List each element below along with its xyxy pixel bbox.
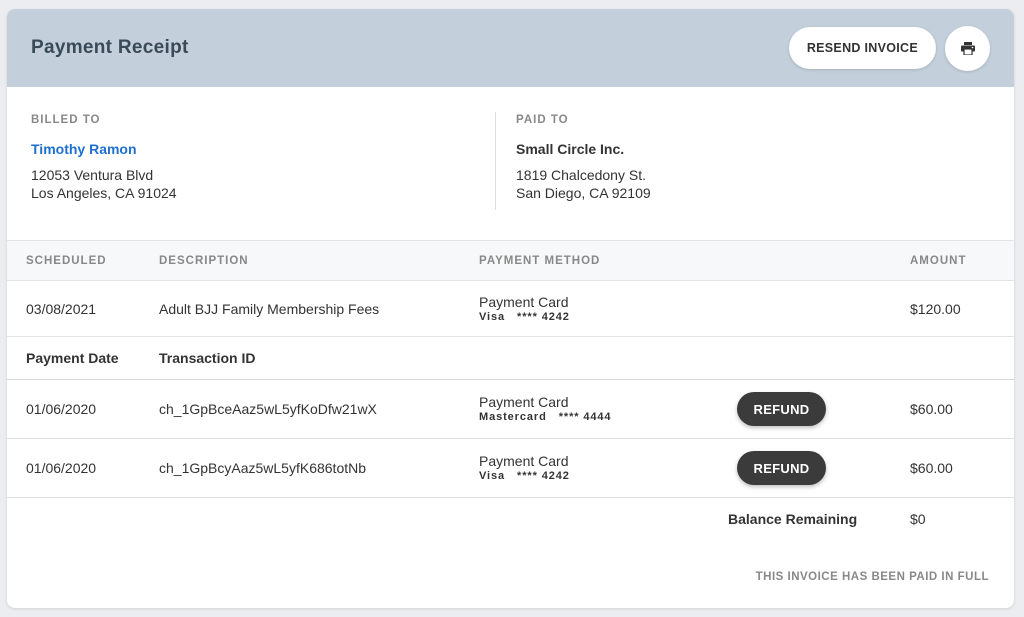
col-header-description: DESCRIPTION [159,254,249,267]
paid-to-name: Small Circle Inc. [516,141,625,157]
col-header-actions [709,241,910,281]
billed-to-name-link[interactable]: Timothy Ramon [31,141,495,157]
billed-to-section: BILLED TO Timothy Ramon 12053 Ventura Bl… [7,112,495,210]
payment-receipt-card: Payment Receipt RESEND INVOICE BILLED TO… [7,9,1014,608]
billed-to-address-line2: Los Angeles, CA 91024 [31,185,177,201]
col-header-amount: AMOUNT [910,254,967,267]
payment-table: SCHEDULED DESCRIPTION PAYMENT METHOD AMO… [7,240,1014,540]
balance-remaining-value: $0 [910,510,926,527]
print-button[interactable] [945,25,990,71]
billed-to-address: 12053 Ventura Blvd Los Angeles, CA 91024 [31,166,495,202]
col-header-scheduled: SCHEDULED [26,254,107,267]
refund-button[interactable]: REFUND [737,451,826,485]
table-row: 01/06/2020 ch_1GpBceAaz5wL5yfKoDfw21wX P… [7,380,1014,439]
payment-method: Payment Card Mastercard **** 4444 [479,380,709,439]
card-mask: **** 4242 [517,310,570,323]
col-header-payment-method: PAYMENT METHOD [479,254,601,267]
payment-amount: $60.00 [910,460,953,476]
billed-to-label: BILLED TO [31,114,101,126]
parties-section: BILLED TO Timothy Ramon 12053 Ventura Bl… [7,87,1014,240]
card-mask: **** 4242 [517,470,570,482]
card-brand: Visa [479,310,506,323]
transaction-id: ch_1GpBceAaz5wL5yfKoDfw21wX [159,401,377,417]
paid-to-label: PAID TO [516,114,569,126]
subheader-payment-date: Payment Date [26,350,119,366]
paid-to-address-line2: San Diego, CA 92109 [516,185,651,201]
paid-in-full-note: THIS INVOICE HAS BEEN PAID IN FULL [755,571,989,583]
payment-method-detail: Mastercard **** 4444 [479,410,709,424]
payment-date: 01/06/2020 [26,401,97,417]
card-brand: Mastercard [479,411,547,423]
balance-row: Balance Remaining $0 [7,498,1014,540]
scheduled-payment-method: Payment Card Visa **** 4242 [479,281,709,337]
header-actions: RESEND INVOICE [788,25,990,71]
scheduled-description: Adult BJJ Family Membership Fees [159,300,380,317]
card-brand: Visa [479,470,506,482]
payment-method-detail: Visa **** 4242 [479,469,709,483]
receipt-header: Payment Receipt RESEND INVOICE [7,9,1014,87]
table-header-row: SCHEDULED DESCRIPTION PAYMENT METHOD AMO… [7,240,1014,281]
refund-button[interactable]: REFUND [737,392,826,426]
balance-remaining-label: Balance Remaining [728,510,858,527]
paid-to-address: 1819 Chalcedony St. San Diego, CA 92109 [516,166,651,202]
subheader-transaction-id: Transaction ID [159,350,256,366]
printer-icon [960,41,975,55]
card-mask: **** 4444 [558,411,612,423]
resend-invoice-button[interactable]: RESEND INVOICE [788,27,936,69]
payments-subheader-row: Payment Date Transaction ID [7,337,1014,380]
payment-method-title: Payment Card [479,453,569,469]
payment-amount: $60.00 [910,401,953,417]
transaction-id: ch_1GpBcyAaz5wL5yfK686totNb [159,460,367,476]
payment-method-title: Payment Card [479,394,569,410]
scheduled-amount: $120.00 [910,300,961,317]
payment-method-detail: Visa **** 4242 [479,310,709,324]
page-title: Payment Receipt [31,37,189,58]
scheduled-date: 03/08/2021 [26,300,97,317]
paid-to-section: PAID TO Small Circle Inc. 1819 Chalcedon… [495,112,651,210]
payment-method-title: Payment Card [479,293,569,310]
paid-to-address-line1: 1819 Chalcedony St. [516,167,646,183]
table-row: 01/06/2020 ch_1GpBcyAaz5wL5yfK686totNb P… [7,439,1014,498]
billed-to-address-line1: 12053 Ventura Blvd [31,167,154,183]
payment-method: Payment Card Visa **** 4242 [479,439,709,498]
scheduled-row: 03/08/2021 Adult BJJ Family Membership F… [7,281,1014,337]
payment-date: 01/06/2020 [26,460,97,476]
